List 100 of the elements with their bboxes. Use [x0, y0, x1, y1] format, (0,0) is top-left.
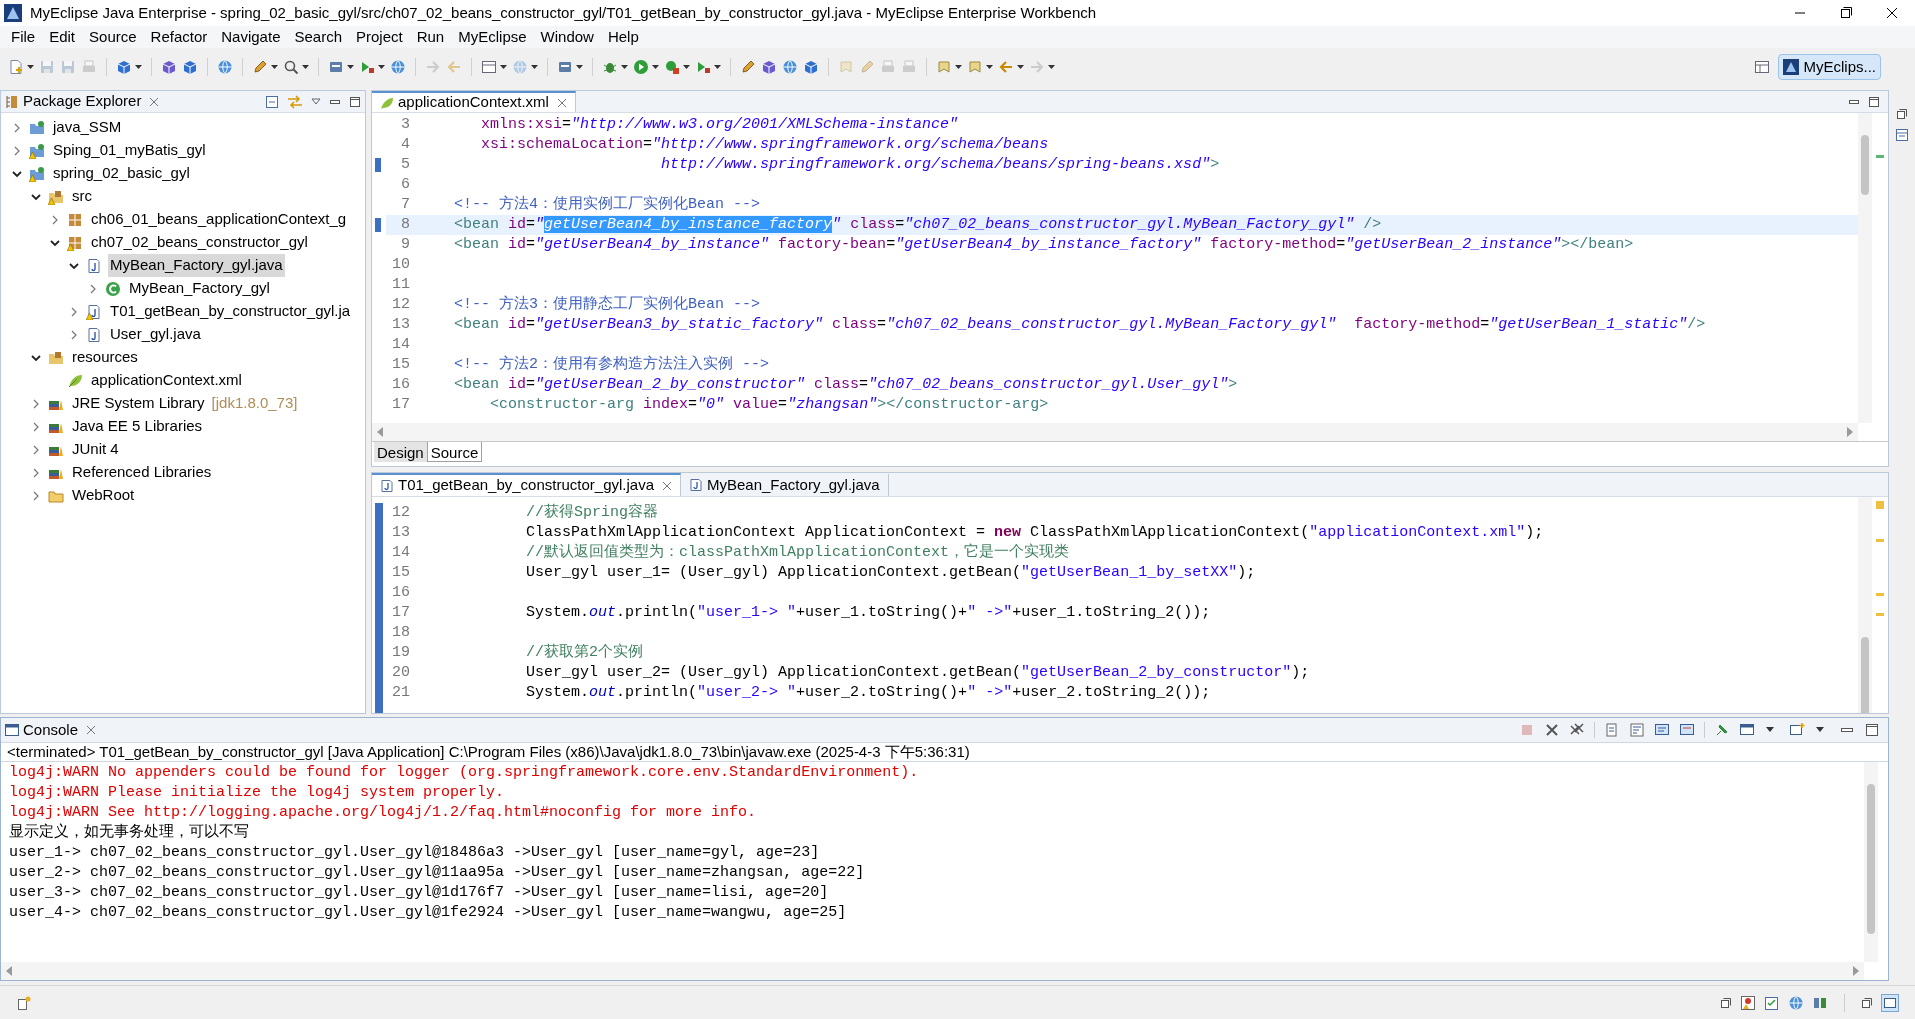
maximize-icon[interactable] — [349, 95, 361, 108]
caret-icon[interactable] — [576, 65, 583, 69]
tree-item[interactable]: T01_getBean_by_constructor_gyl.ja — [108, 300, 353, 323]
caret-icon[interactable] — [986, 65, 993, 69]
editor-tab[interactable]: applicationContext.xml — [372, 91, 576, 112]
globe-icon[interactable] — [1788, 994, 1804, 1011]
tree-item[interactable]: Sping_01_myBatis_gyl — [51, 139, 208, 162]
caret-icon[interactable] — [302, 65, 309, 69]
caret-icon[interactable] — [714, 65, 721, 69]
caret-icon[interactable] — [955, 65, 962, 69]
close-icon[interactable] — [662, 480, 672, 491]
remove-launch-icon[interactable] — [1544, 722, 1560, 738]
show-on-output-icon[interactable] — [1654, 722, 1670, 738]
menu-item[interactable]: Search — [287, 26, 349, 48]
menu-item[interactable]: Help — [600, 26, 646, 48]
caret-icon[interactable] — [500, 65, 507, 69]
tasks-icon[interactable] — [1764, 994, 1780, 1011]
restore-icon[interactable] — [1720, 996, 1732, 1009]
run-icon[interactable] — [695, 59, 711, 75]
link-arrows-icon[interactable] — [287, 94, 303, 109]
cube-icon[interactable] — [803, 59, 819, 75]
tree-item[interactable]: applicationContext.xml — [89, 369, 244, 392]
open-console-icon[interactable] — [1789, 722, 1805, 738]
caret-icon[interactable] — [652, 65, 659, 69]
restore-icon[interactable] — [1896, 108, 1908, 120]
close-icon[interactable] — [86, 725, 97, 735]
search-icon[interactable] — [283, 59, 299, 75]
editor-page-tab[interactable]: Source — [426, 442, 483, 462]
caret-icon[interactable] — [271, 65, 278, 69]
tree-item[interactable]: ch07_02_beans_constructor_gyl — [89, 231, 310, 254]
tree-item[interactable]: MyBean_Factory_gyl.java — [108, 254, 285, 277]
cube-icon[interactable] — [182, 59, 198, 75]
tree-item[interactable]: resources — [70, 346, 140, 369]
globe-icon[interactable] — [217, 59, 233, 75]
tree-item[interactable]: src — [70, 185, 94, 208]
tree-item[interactable]: User_gyl.java — [108, 323, 203, 346]
caret-icon[interactable] — [378, 65, 385, 69]
server-icon[interactable] — [557, 59, 573, 75]
editor-tab[interactable]: T01_getBean_by_constructor_gyl.java — [372, 473, 681, 496]
scroll-lock-icon[interactable] — [1604, 722, 1620, 738]
wizard-icon[interactable] — [116, 59, 132, 75]
console-icon[interactable] — [1881, 993, 1899, 1012]
close-icon[interactable] — [556, 97, 567, 108]
view-tab[interactable]: Console — [23, 718, 79, 742]
caret-icon[interactable] — [1017, 65, 1024, 69]
menu-item[interactable]: Edit — [42, 26, 83, 48]
maximize-icon[interactable] — [1864, 722, 1880, 738]
tree-item[interactable]: WebRoot — [70, 484, 137, 507]
view-menu-icon[interactable] — [311, 98, 321, 105]
scroll-right-icon[interactable] — [1846, 427, 1854, 437]
tree-item[interactable]: Referenced Libraries — [70, 461, 214, 484]
maximize-icon[interactable] — [1868, 95, 1880, 108]
perspective-button[interactable]: MyEclips... — [1778, 54, 1881, 80]
scrollbar-thumb[interactable] — [1867, 784, 1875, 934]
server-icon[interactable] — [328, 59, 344, 75]
outline-view-icon[interactable] — [1895, 128, 1909, 142]
collapse-all-icon[interactable] — [265, 94, 279, 109]
scroll-left-icon[interactable] — [376, 427, 384, 437]
tree-item[interactable]: java_SSM — [51, 116, 124, 139]
open-perspective-icon[interactable] — [1754, 59, 1771, 75]
globe-icon[interactable] — [782, 59, 798, 75]
cube-icon[interactable] — [761, 59, 777, 75]
window-icon[interactable] — [481, 59, 497, 75]
occurrence-marker[interactable] — [375, 158, 381, 172]
caret-icon[interactable] — [347, 65, 354, 69]
display-console-icon[interactable] — [1739, 722, 1755, 738]
pen-icon[interactable] — [740, 59, 756, 75]
cube-icon[interactable] — [161, 59, 177, 75]
menu-item[interactable]: File — [4, 26, 43, 48]
menu-item[interactable]: MyEclipse — [451, 26, 534, 48]
menu-item[interactable]: Source — [82, 26, 144, 48]
close-icon[interactable] — [149, 96, 160, 107]
tree-item[interactable]: JUnit 4 — [70, 438, 121, 461]
menu-item[interactable]: Project — [349, 26, 410, 48]
tree-item[interactable]: JRE System Library — [70, 392, 207, 415]
tree-item[interactable]: MyBean_Factory_gyl — [127, 277, 272, 300]
scrollbar-thumb[interactable] — [1861, 637, 1869, 713]
caret-icon[interactable] — [621, 65, 628, 69]
editor-page-tab[interactable]: Design — [374, 442, 427, 462]
tree-item[interactable]: spring_02_basic_gyl — [51, 162, 192, 185]
pen-icon[interactable] — [252, 59, 268, 75]
show-on-error-icon[interactable] — [1679, 722, 1695, 738]
menu-item[interactable]: Run — [409, 26, 452, 48]
caret-icon[interactable] — [135, 65, 142, 69]
word-wrap-icon[interactable] — [1629, 722, 1645, 738]
caret-icon[interactable] — [531, 65, 538, 69]
occurrence-marker[interactable] — [375, 218, 381, 232]
caret-icon[interactable] — [1048, 65, 1055, 69]
editor-tab[interactable]: MyBean_Factory_gyl.java — [681, 474, 889, 496]
fast-view-icon[interactable] — [16, 994, 32, 1011]
restore-icon[interactable] — [1861, 996, 1873, 1009]
scroll-left-icon[interactable] — [5, 966, 13, 976]
scrollbar-thumb[interactable] — [1861, 135, 1869, 195]
menu-item[interactable]: Refactor — [143, 26, 215, 48]
menu-item[interactable]: Navigate — [214, 26, 288, 48]
tree-item[interactable]: ch06_01_beans_applicationContext_g — [89, 208, 349, 231]
problems-icon[interactable] — [1740, 994, 1756, 1011]
scroll-right-icon[interactable] — [1852, 966, 1860, 976]
menu-item[interactable]: Window — [533, 26, 601, 48]
run-icon[interactable] — [359, 59, 375, 75]
